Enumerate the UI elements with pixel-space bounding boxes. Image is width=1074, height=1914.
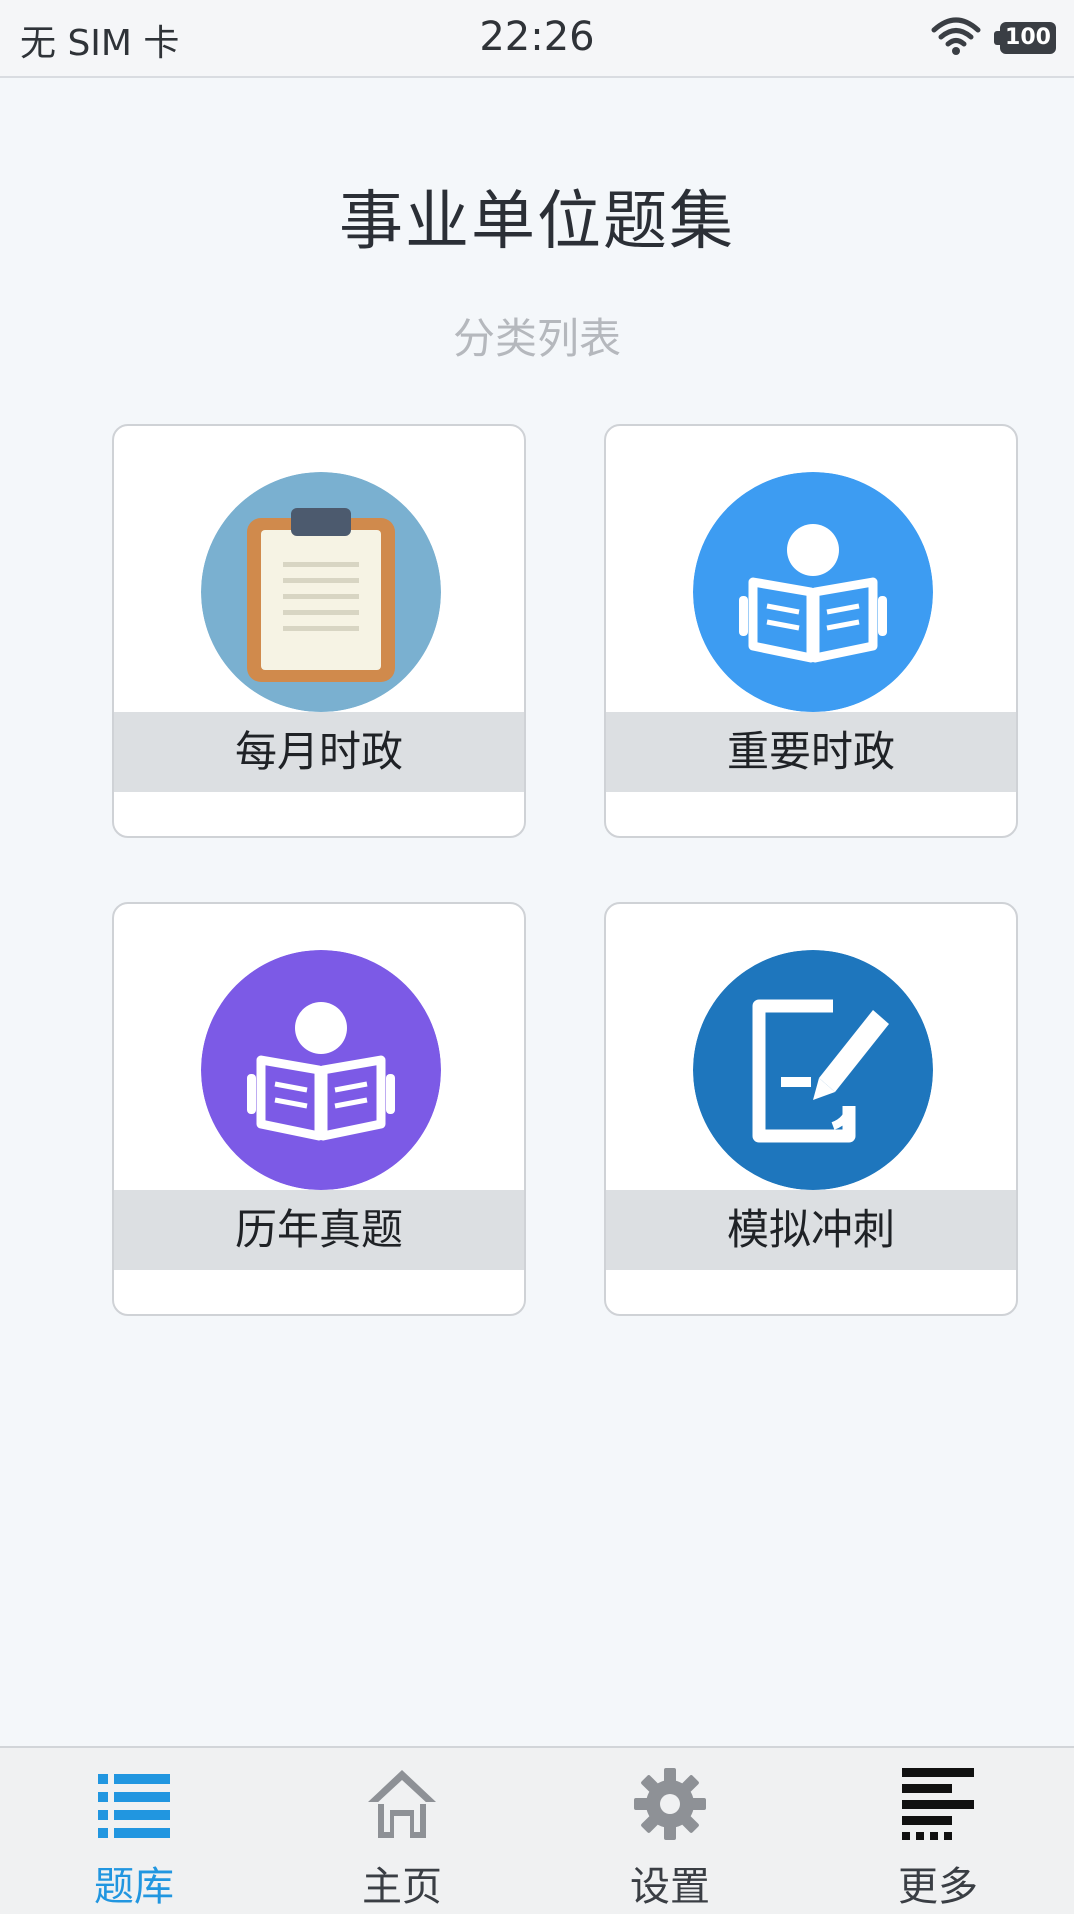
tab-home[interactable]: 主页 bbox=[268, 1748, 536, 1914]
gear-icon bbox=[632, 1766, 708, 1842]
category-card-mock-sprint[interactable]: 模拟冲刺 bbox=[604, 902, 1018, 1316]
tab-label: 主页 bbox=[362, 1864, 442, 1910]
edit-document-icon bbox=[693, 950, 933, 1190]
tab-more[interactable]: 更多 bbox=[804, 1748, 1072, 1914]
tab-label: 设置 bbox=[630, 1864, 710, 1910]
more-icon bbox=[900, 1766, 976, 1842]
tab-settings[interactable]: 设置 bbox=[536, 1748, 804, 1914]
category-card-past-exams[interactable]: 历年真题 bbox=[112, 902, 526, 1316]
category-label: 重要时政 bbox=[606, 712, 1016, 792]
reader-icon bbox=[693, 472, 933, 712]
category-label: 模拟冲刺 bbox=[606, 1190, 1016, 1270]
list-icon bbox=[96, 1766, 172, 1842]
wifi-icon bbox=[930, 16, 982, 56]
category-card-important-news[interactable]: 重要时政 bbox=[604, 424, 1018, 838]
category-label: 每月时政 bbox=[114, 712, 524, 792]
home-icon bbox=[364, 1766, 440, 1842]
section-subtitle: 分类列表 bbox=[452, 314, 621, 363]
page-title: 事业单位题集 bbox=[339, 185, 735, 259]
clipboard-icon bbox=[201, 472, 441, 712]
reader-icon bbox=[201, 950, 441, 1190]
tab-label: 更多 bbox=[898, 1864, 978, 1910]
bottom-tab-bar: 题库 主页 设置 更多 bbox=[0, 1746, 1074, 1914]
status-time: 22:26 bbox=[479, 14, 595, 60]
tab-question-bank[interactable]: 题库 bbox=[0, 1748, 268, 1914]
category-card-monthly-news[interactable]: 每月时政 bbox=[112, 424, 526, 838]
status-bar: 无 SIM 卡 22:26 100 bbox=[0, 0, 1074, 78]
tab-label: 题库 bbox=[94, 1864, 174, 1910]
battery-indicator: 100 bbox=[994, 22, 1056, 54]
category-label: 历年真题 bbox=[114, 1190, 524, 1270]
